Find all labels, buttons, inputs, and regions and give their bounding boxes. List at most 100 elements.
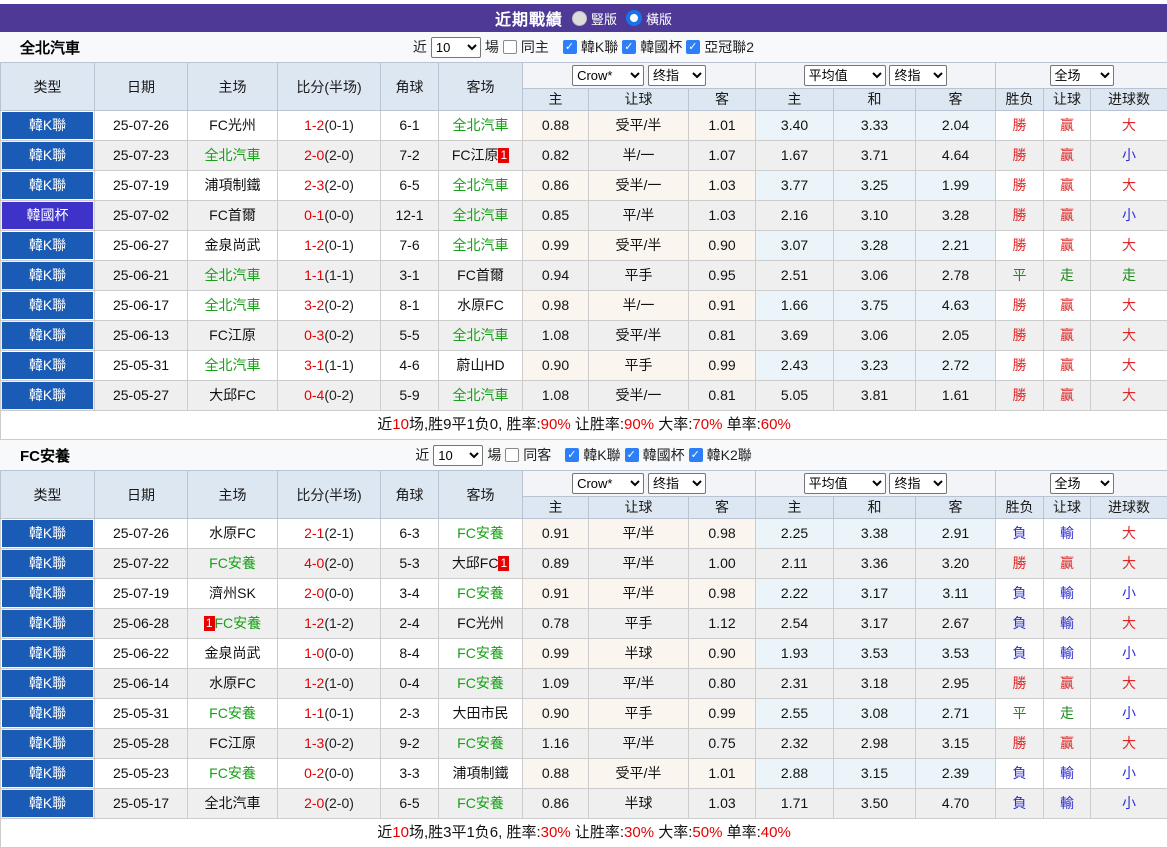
horizontal-layout-radio[interactable]	[626, 10, 642, 26]
full-match-select[interactable]: 全场	[1050, 65, 1114, 86]
result-cell: 輸	[1044, 579, 1091, 609]
team-name: 浦項制鐵	[453, 765, 509, 781]
corner-cell: 5-9	[381, 381, 439, 411]
result-cell: 負	[996, 579, 1044, 609]
league-cell: 韓K聯	[1, 669, 95, 699]
league-cell: 韓K聯	[1, 759, 95, 789]
europe-odds-cell: 3.36	[834, 549, 916, 579]
handicap-odds-cell: 0.88	[523, 759, 589, 789]
recent-count-select[interactable]: 10	[431, 37, 481, 58]
recent-count-select[interactable]: 10	[433, 445, 483, 466]
team-name: 全北汽車	[205, 357, 261, 373]
handicap-odds-cell: 平/半	[589, 579, 689, 609]
date-cell: 25-06-17	[95, 291, 188, 321]
europe-odds-cell: 4.63	[916, 291, 996, 321]
team-name: FC江原	[452, 147, 499, 163]
handicap-odds-cell: 0.81	[689, 321, 756, 351]
result-cell: 勝	[996, 291, 1044, 321]
europe-odds-cell: 3.11	[916, 579, 996, 609]
europe-odds-cell: 3.18	[834, 669, 916, 699]
result-cell: 勝	[996, 141, 1044, 171]
europe-odds-cell: 3.28	[834, 231, 916, 261]
league-checkbox[interactable]	[625, 448, 639, 462]
home-team-cell: FC光州	[188, 111, 278, 141]
handicap-odds-cell: 0.78	[523, 609, 589, 639]
europe-odds-cell: 2.32	[756, 729, 834, 759]
sub-header: 客	[916, 89, 996, 111]
away-team-cell: FC安養	[439, 519, 523, 549]
europe-odds-cell: 2.67	[916, 609, 996, 639]
corner-cell: 12-1	[381, 201, 439, 231]
handicap-odds-cell: 0.82	[523, 141, 589, 171]
result-cell: 勝	[996, 201, 1044, 231]
result-cell: 赢	[1044, 231, 1091, 261]
league-checkbox[interactable]	[565, 448, 579, 462]
date-cell: 25-05-17	[95, 789, 188, 819]
bookmaker-select[interactable]: Crow*	[572, 65, 644, 86]
final-odds-select[interactable]: 终指	[648, 473, 706, 494]
home-team-cell: 水原FC	[188, 669, 278, 699]
corner-cell: 3-4	[381, 579, 439, 609]
team-name: 全北汽車	[453, 237, 509, 253]
result-cell: 大	[1091, 669, 1167, 699]
handicap-odds-cell: 平手	[589, 699, 689, 729]
handicap-odds-cell: 1.03	[689, 201, 756, 231]
same-venue-checkbox[interactable]	[503, 40, 517, 54]
result-cell: 負	[996, 519, 1044, 549]
score-cell: 2-0(0-0)	[278, 579, 381, 609]
league-tag: 韓K聯	[2, 292, 93, 319]
bookmaker-select[interactable]: Crow*	[572, 473, 644, 494]
result-cell: 負	[996, 759, 1044, 789]
result-cell: 赢	[1044, 171, 1091, 201]
result-cell: 大	[1091, 111, 1167, 141]
league-checkbox[interactable]	[686, 40, 700, 54]
summary-text: 近10场,胜9平1负0, 胜率:90% 让胜率:90% 大率:70% 单率:60…	[377, 416, 791, 433]
league-checkbox[interactable]	[563, 40, 577, 54]
league-checkbox[interactable]	[622, 40, 636, 54]
result-cell: 勝	[996, 231, 1044, 261]
corner-cell: 6-5	[381, 171, 439, 201]
col-header-date: 日期	[95, 63, 188, 111]
match-row: 韓K聯25-05-27大邱FC0-4(0-2)5-9全北汽車1.08受半/一0.…	[1, 381, 1167, 411]
final-odds-select[interactable]: 终指	[889, 473, 947, 494]
league-checkbox[interactable]	[689, 448, 703, 462]
result-cell: 赢	[1044, 351, 1091, 381]
europe-odds-cell: 3.06	[834, 321, 916, 351]
final-odds-select[interactable]: 终指	[889, 65, 947, 86]
handicap-odds-cell: 受平/半	[589, 321, 689, 351]
same-venue-checkbox[interactable]	[505, 448, 519, 462]
home-team-cell: FC安養	[188, 699, 278, 729]
match-row: 韓K聯25-07-19浦項制鐵2-3(2-0)6-5全北汽車0.86受半/一1.…	[1, 171, 1167, 201]
europe-odds-cell: 3.38	[834, 519, 916, 549]
handicap-odds-cell: 受半/一	[589, 381, 689, 411]
europe-odds-cell: 3.69	[756, 321, 834, 351]
team-title: FC安養	[20, 445, 70, 466]
result-cell: 輸	[1044, 789, 1091, 819]
league-tag: 韓K聯	[2, 640, 93, 667]
average-select[interactable]: 平均值	[804, 65, 886, 86]
team-name: 水原FC	[209, 675, 256, 691]
result-cell: 輸	[1044, 519, 1091, 549]
corner-cell: 3-1	[381, 261, 439, 291]
full-match-select[interactable]: 全场	[1050, 473, 1114, 494]
handicap-odds-cell: 1.08	[523, 321, 589, 351]
away-team-cell: FC光州	[439, 609, 523, 639]
handicap-odds-cell: 0.99	[689, 699, 756, 729]
sub-header: 和	[834, 497, 916, 519]
sub-header: 让球	[589, 497, 689, 519]
result-cell: 勝	[996, 321, 1044, 351]
away-team-cell: FC安養	[439, 729, 523, 759]
team-name: FC安養	[209, 705, 256, 721]
col-header-home: 主场	[188, 471, 278, 519]
team-name: FC光州	[209, 117, 256, 133]
average-select[interactable]: 平均值	[804, 473, 886, 494]
final-odds-select[interactable]: 终指	[648, 65, 706, 86]
league-checkbox-label: 韓K聯	[581, 37, 618, 57]
team-name: 濟州SK	[209, 585, 256, 601]
europe-odds-cell: 3.28	[916, 201, 996, 231]
vertical-layout-radio[interactable]	[572, 11, 587, 26]
match-row: 韓K聯25-06-27金泉尚武1-2(0-1)7-6全北汽車0.99受平/半0.…	[1, 231, 1167, 261]
handicap-odds-cell: 半球	[589, 639, 689, 669]
date-cell: 25-07-19	[95, 171, 188, 201]
europe-odds-selects: 平均值 终指	[756, 63, 996, 89]
